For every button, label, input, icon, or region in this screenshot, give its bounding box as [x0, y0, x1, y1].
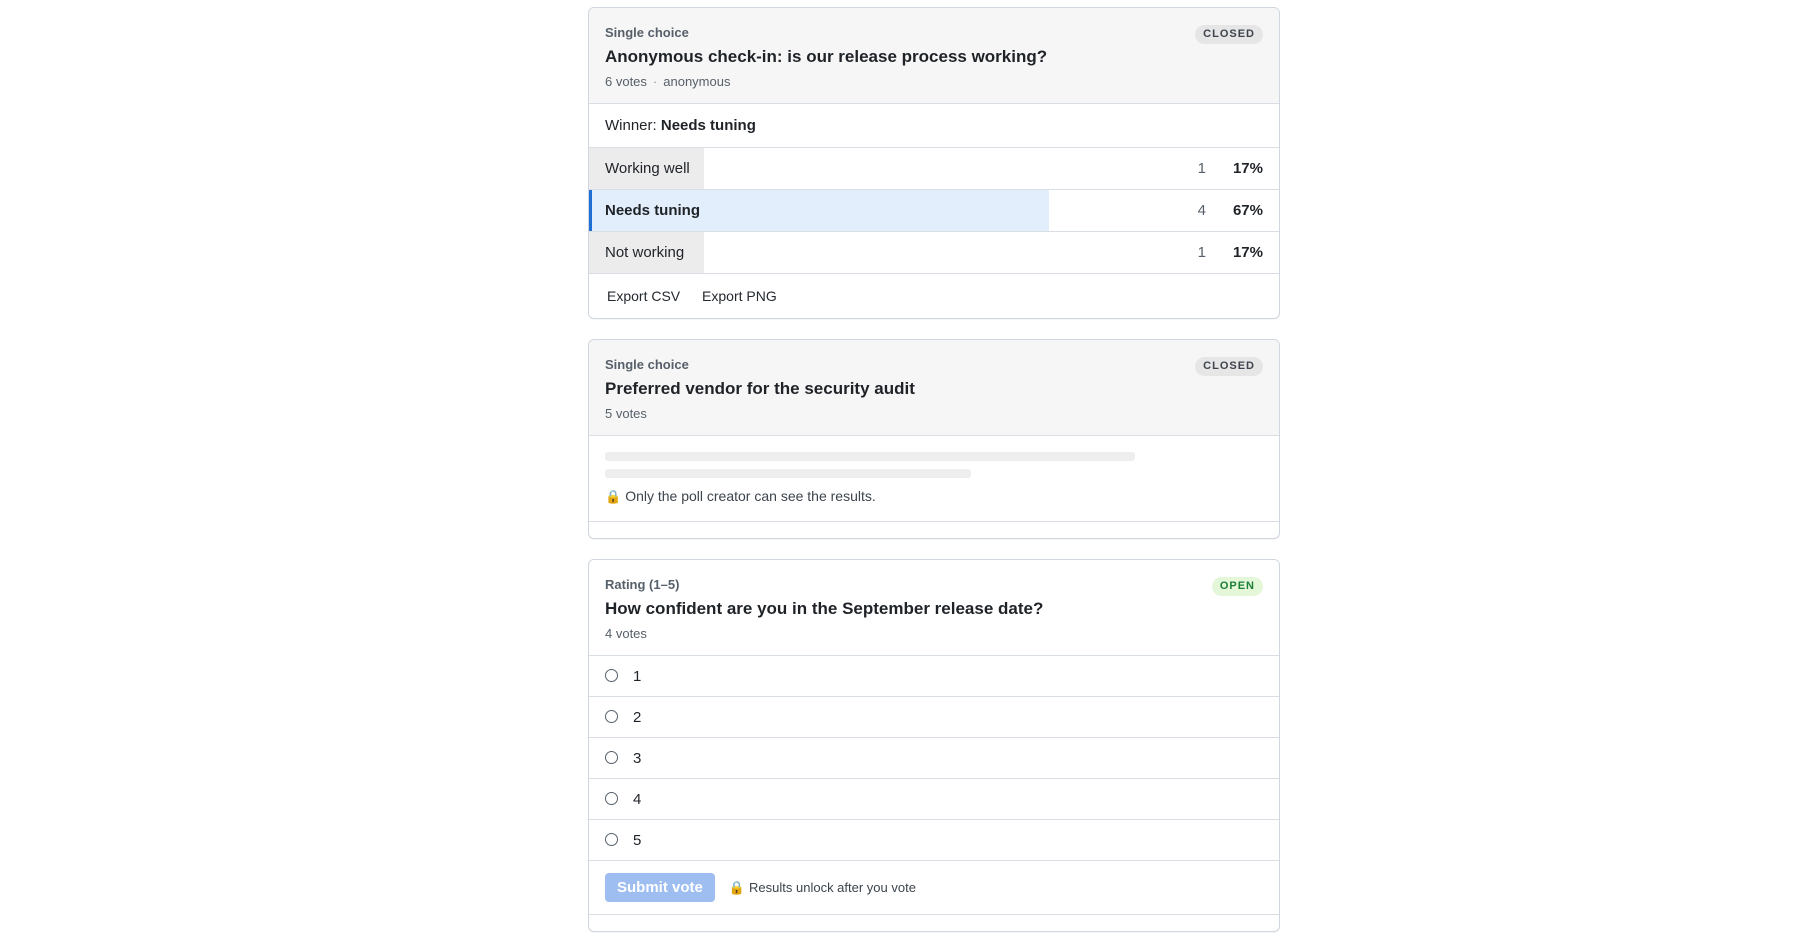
status-badge: CLOSED [1195, 25, 1263, 44]
poll-type: Rating (1–5) [605, 577, 680, 592]
poll-list: Single choice Anonymous check-in: is our… [588, 7, 1280, 952]
option-count: 1 [1197, 160, 1206, 177]
result-row: Working well 1 17% [589, 148, 1279, 190]
option-label: Working well [605, 160, 690, 177]
rating-label: 2 [633, 709, 642, 726]
locked-results: 🔒 Only the poll creator can see the resul… [589, 436, 1279, 522]
rating-label: 1 [633, 668, 642, 685]
unlock-note: 🔒 Results unlock after you vote [729, 880, 916, 896]
poll-type: Single choice [605, 357, 689, 372]
option-count: 4 [1197, 202, 1206, 219]
winner-prefix: Winner: [605, 117, 657, 134]
result-row: Needs tuning 4 67% [589, 190, 1279, 232]
option-label: Not working [605, 244, 685, 261]
rating-option[interactable]: 3 [589, 738, 1279, 779]
rating-options: 1 2 3 4 5 [589, 656, 1279, 861]
winner-summary: Winner: Needs tuning [589, 104, 1279, 148]
poll-title: Preferred vendor for the security audit [605, 379, 915, 398]
poll-type: Single choice [605, 25, 689, 40]
locked-message-row: 🔒 Only the poll creator can see the resul… [605, 488, 1263, 505]
poll-header: Single choice Preferred vendor for the s… [589, 340, 1279, 436]
option-count: 1 [1197, 244, 1206, 261]
poll-meta: 5 votes [605, 406, 1263, 422]
card-footer [589, 915, 1279, 931]
lock-icon: 🔒 [605, 489, 622, 504]
option-percent: 17% [1232, 244, 1263, 261]
skeleton-bar [605, 452, 1135, 461]
poll-meta: 4 votes [605, 626, 1263, 642]
result-row: Not working 1 17% [589, 232, 1279, 274]
radio-button[interactable] [605, 751, 618, 764]
poll-title: How confident are you in the September r… [605, 599, 1044, 618]
export-png-button[interactable]: Export PNG [696, 288, 783, 304]
vote-count: 4 votes [605, 626, 647, 641]
rating-label: 4 [633, 791, 642, 808]
result-list: Working well 1 17% Needs tuning 4 67% Not work… [589, 148, 1279, 274]
poll-header: Single choice Anonymous check-in: is our… [589, 8, 1279, 104]
option-percent: 17% [1232, 160, 1263, 177]
export-actions: Export CSV Export PNG [589, 274, 1279, 318]
rating-option[interactable]: 1 [589, 656, 1279, 697]
poll-card-security-vendor: Single choice Preferred vendor for the s… [588, 339, 1280, 539]
radio-button[interactable] [605, 792, 618, 805]
rating-label: 5 [633, 832, 642, 849]
visibility-label: anonymous [663, 74, 731, 89]
rating-label: 3 [633, 750, 642, 767]
vote-actions: Submit vote 🔒 Results unlock after you vo… [589, 861, 1279, 915]
submit-vote-button[interactable]: Submit vote [605, 873, 715, 902]
status-badge: OPEN [1211, 577, 1263, 596]
lock-icon: 🔒 [728, 879, 746, 895]
poll-header: Rating (1–5) How confident are you in th… [589, 560, 1279, 656]
radio-button[interactable] [605, 833, 618, 846]
rating-option[interactable]: 4 [589, 779, 1279, 820]
radio-button[interactable] [605, 669, 618, 682]
winner-name: Needs tuning [660, 117, 756, 134]
poll-meta: 6 votes · anonymous [605, 74, 1263, 90]
poll-card-release-process: Single choice Anonymous check-in: is our… [588, 7, 1280, 319]
export-csv-button[interactable]: Export CSV [601, 288, 686, 304]
vote-count: 6 votes [605, 74, 647, 89]
skeleton-bar [605, 469, 971, 478]
rating-option[interactable]: 5 [589, 820, 1279, 861]
status-badge: CLOSED [1195, 357, 1263, 376]
option-percent: 67% [1232, 202, 1263, 219]
poll-title: Anonymous check-in: is our release proce… [605, 47, 1048, 66]
unlock-message: Results unlock after you vote [749, 879, 916, 895]
meta-separator: · [652, 74, 658, 89]
rating-option[interactable]: 2 [589, 697, 1279, 738]
card-footer [589, 522, 1279, 538]
poll-card-september-confidence: Rating (1–5) How confident are you in th… [588, 559, 1280, 932]
locked-message: Only the poll creator can see the result… [625, 488, 876, 504]
option-label: Needs tuning [605, 202, 701, 219]
radio-button[interactable] [605, 710, 618, 723]
vote-count: 5 votes [605, 406, 647, 421]
